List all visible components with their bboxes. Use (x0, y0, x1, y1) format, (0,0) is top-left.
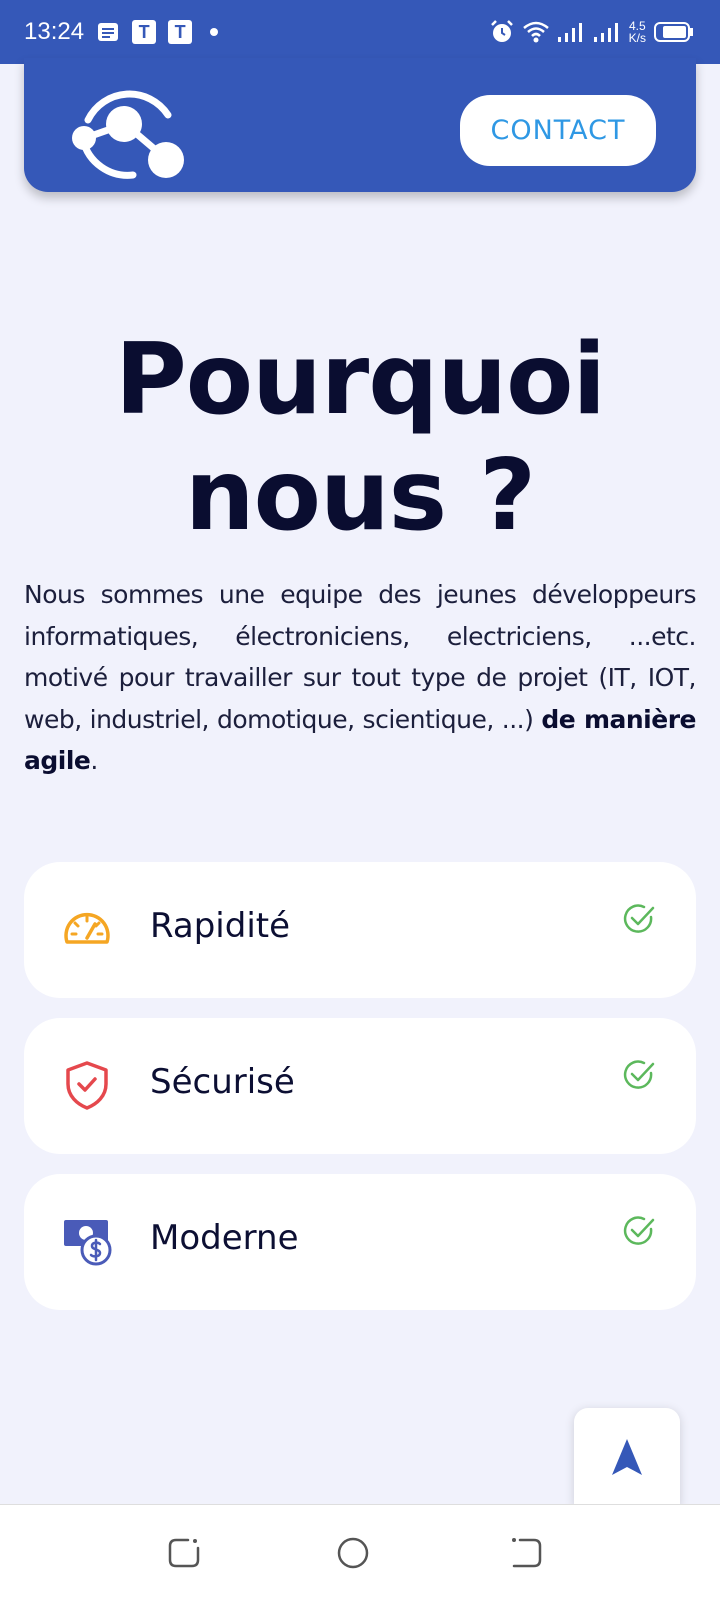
wifi-icon (522, 21, 549, 43)
dot-icon (210, 28, 219, 36)
speed-unit: K/s (628, 31, 646, 45)
speedometer-icon (64, 912, 110, 944)
status-time: 13:24 (24, 18, 85, 45)
title-line-1: Pourquoi (114, 323, 606, 437)
intro-paragraph: Nous sommes une equipe des jeunes dévelo… (24, 574, 697, 782)
check-circle-icon (623, 1060, 655, 1089)
back-icon[interactable] (508, 1535, 544, 1571)
share-network-logo[interactable] (68, 80, 188, 190)
status-bar: 13:24 T T 4.5 K/s (0, 0, 720, 64)
scroll-top-button[interactable] (574, 1408, 680, 1506)
system-nav-bar (0, 1504, 720, 1600)
page-title: Pourquoi nous ? (0, 322, 720, 554)
feature-card-securise: Sécurisé (24, 1018, 696, 1154)
check-circle-icon (623, 904, 655, 933)
notes-icon (96, 20, 120, 44)
t-app-letter: T (174, 21, 186, 42)
signal-icon (557, 23, 582, 42)
t-app-icon: T (168, 20, 193, 44)
signal-icon (593, 23, 618, 42)
title-line-2: nous ? (184, 439, 536, 553)
recents-icon[interactable] (166, 1535, 202, 1571)
site-header: CONTACT (24, 58, 696, 192)
feature-card-moderne: Moderne (24, 1174, 696, 1310)
t-app-letter: T (138, 21, 150, 42)
alarm-icon (490, 20, 513, 42)
t-app-icon: T (132, 20, 157, 44)
intro-end: . (90, 746, 98, 775)
shield-check-icon (66, 1061, 108, 1110)
home-icon[interactable] (335, 1535, 371, 1571)
feature-label: Rapidité (150, 906, 291, 946)
feature-label: Sécurisé (150, 1062, 295, 1102)
contact-button[interactable]: CONTACT (460, 95, 656, 166)
feature-card-rapidite: Rapidité (24, 862, 696, 998)
arrow-up-icon (612, 1439, 642, 1475)
feature-label: Moderne (150, 1218, 299, 1258)
money-icon (64, 1220, 112, 1266)
check-circle-icon (623, 1216, 655, 1245)
battery-icon (654, 22, 693, 42)
network-speed: 4.5 K/s (629, 20, 646, 44)
